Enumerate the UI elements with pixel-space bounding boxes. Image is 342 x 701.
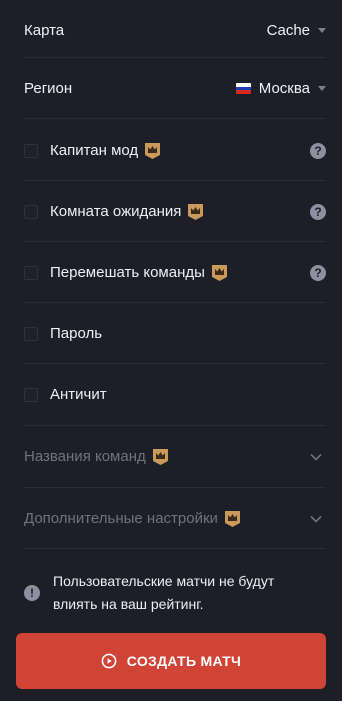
section-label: Дополнительные настройки [24,510,218,527]
divider [24,118,326,119]
help-icon[interactable]: ? [310,203,326,220]
crown-icon [224,510,241,528]
crown-icon [152,448,169,466]
notice-line: влиять на ваш рейтинг. [53,596,204,612]
crown-icon [187,203,204,221]
divider [24,548,326,549]
option-label: Капитан мод [50,142,139,159]
region-value: Москва [258,80,310,97]
match-settings-panel: Карта Cache Регион Москва Капитан мод ? … [0,0,342,701]
rating-notice: ! Пользовательские матчи не будут влиять… [24,568,326,618]
play-circle-icon [101,653,117,669]
section-additional-settings[interactable]: Дополнительные настройки [24,488,326,549]
map-row[interactable]: Карта Cache [24,0,326,61]
anticheat-checkbox[interactable] [24,387,38,402]
option-anticheat[interactable]: Античит [24,364,326,425]
captain-mode-checkbox[interactable] [24,143,38,158]
option-label: Перемешать команды [50,264,205,281]
option-shuffle-teams[interactable]: Перемешать команды ? [24,242,326,303]
option-label: Античит [50,386,107,403]
waiting-room-checkbox[interactable] [24,204,38,219]
region-label: Регион [24,80,73,97]
create-match-button[interactable]: СОЗДАТЬ МАТЧ [16,633,326,689]
option-password[interactable]: Пароль [24,303,326,364]
region-select[interactable]: Москва [235,80,326,97]
caret-down-icon [318,86,326,91]
map-select[interactable]: Cache [267,22,326,39]
chevron-down-icon[interactable] [310,515,322,523]
password-checkbox[interactable] [24,326,38,341]
section-team-names[interactable]: Названия команд [24,426,326,487]
exclamation-icon: ! [24,585,40,601]
map-value: Cache [266,22,310,39]
region-row[interactable]: Регион Москва [24,58,326,119]
notice-text: Пользовательские матчи не будут влиять н… [53,570,274,616]
option-waiting-room[interactable]: Комната ожидания ? [24,181,326,242]
map-label: Карта [24,22,65,39]
shuffle-teams-checkbox[interactable] [24,265,38,280]
create-match-label: СОЗДАТЬ МАТЧ [126,653,242,669]
option-label: Комната ожидания [50,203,182,220]
crown-icon [144,142,161,160]
help-icon[interactable]: ? [310,264,326,281]
notice-line: Пользовательские матчи не будут [53,573,275,589]
option-label: Пароль [50,325,103,342]
section-label: Названия команд [24,448,146,465]
crown-icon [211,264,228,282]
option-captain-mode[interactable]: Капитан мод ? [24,120,326,181]
russia-flag-icon [235,83,251,94]
help-icon[interactable]: ? [310,142,326,159]
caret-down-icon [318,28,326,33]
chevron-down-icon[interactable] [310,453,322,461]
